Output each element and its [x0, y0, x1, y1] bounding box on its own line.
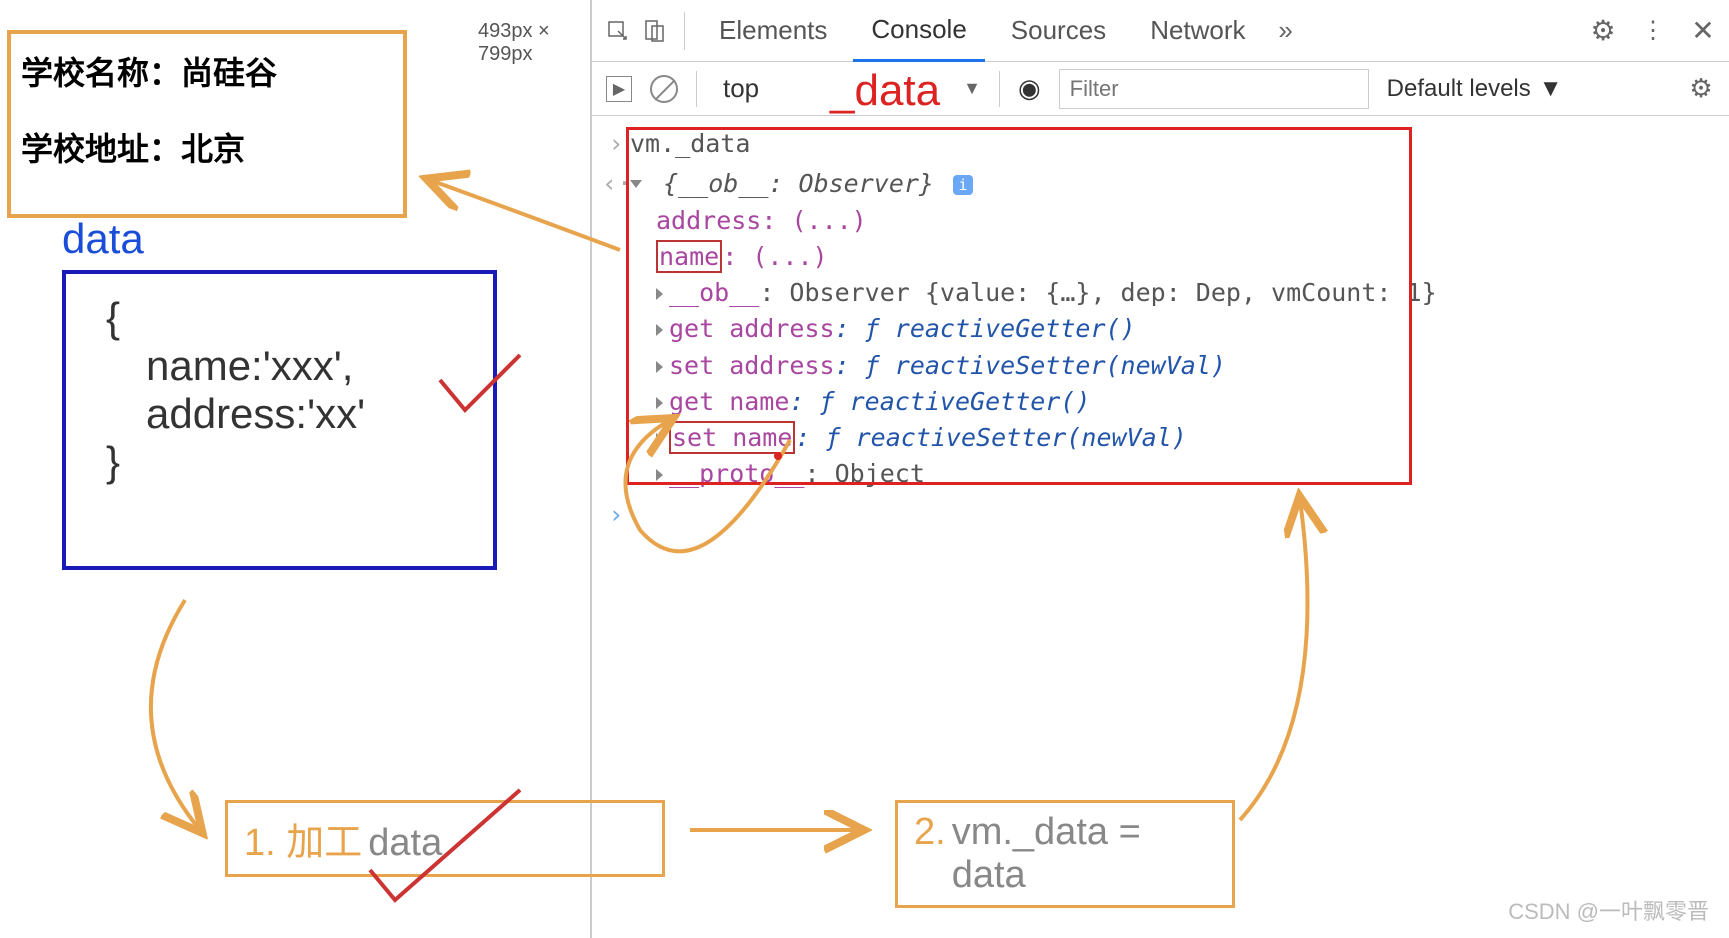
rendered-output-box: 学校名称：尚硅谷 学校地址：北京 — [7, 30, 407, 218]
levels-label: Default levels — [1387, 75, 1531, 103]
step2-prefix: 2. — [914, 811, 946, 854]
device-icon[interactable] — [640, 17, 668, 45]
step1-word: data — [368, 822, 442, 865]
tab-console[interactable]: Console — [853, 0, 984, 62]
brace-close: } — [106, 438, 453, 486]
school-name: 学校名称：尚硅谷 — [21, 48, 393, 94]
watermark: CSDN @一叶飘零晋 — [1508, 894, 1709, 926]
live-expression-icon[interactable]: ◉ — [1018, 73, 1041, 104]
chevron-down-icon: ▼ — [1539, 75, 1563, 103]
tab-elements[interactable]: Elements — [701, 1, 845, 60]
tab-sources[interactable]: Sources — [993, 1, 1124, 60]
data-source-box: { name:'xxx', address:'xx' } — [62, 270, 497, 570]
data-prop-address: address:'xx' — [146, 390, 453, 438]
annotation-red-box — [626, 127, 1412, 485]
annotation-step2: 2. vm._data = data — [895, 800, 1235, 908]
data-label: data — [62, 215, 144, 263]
data-prop-name: name:'xxx', — [146, 342, 453, 390]
step2-body: vm._data = data — [952, 811, 1216, 897]
step1-prefix: 1. 加工 — [244, 811, 362, 866]
filter-input[interactable] — [1059, 69, 1369, 109]
levels-selector[interactable]: Default levels ▼ — [1387, 75, 1563, 103]
context-dropdown-icon[interactable]: ▼ — [963, 78, 981, 99]
prompt-icon[interactable]: › — [602, 497, 630, 533]
settings-icon[interactable]: ⚙ — [1589, 17, 1617, 45]
annotation-step1: 1. 加工 data — [225, 800, 665, 877]
tab-network[interactable]: Network — [1132, 1, 1263, 60]
console-toolbar: ▶ top ▼ ◉ Default levels ▼ ⚙ — [592, 62, 1729, 116]
brace-open: { — [106, 294, 453, 342]
play-icon[interactable]: ▶ — [606, 76, 632, 102]
context-selector[interactable]: top — [715, 73, 767, 104]
console-settings-icon[interactable]: ⚙ — [1687, 75, 1715, 103]
menu-icon[interactable]: ⋮ — [1639, 17, 1667, 45]
close-icon[interactable]: ✕ — [1689, 17, 1717, 45]
inspect-icon[interactable] — [604, 17, 632, 45]
devtools-tabs: Elements Console Sources Network » ⚙ ⋮ ✕ — [592, 0, 1729, 62]
school-address: 学校地址：北京 — [21, 124, 393, 170]
dimensions-label: 493px × 799px — [478, 20, 590, 66]
clear-icon[interactable] — [650, 75, 678, 103]
more-tabs-icon[interactable]: » — [1272, 17, 1300, 45]
annotation-data-label: _data — [830, 66, 940, 116]
